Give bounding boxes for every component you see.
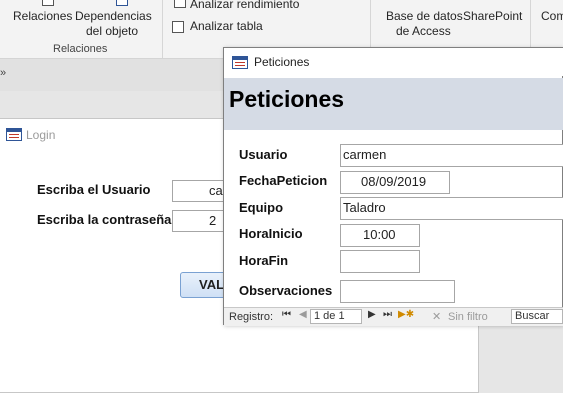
dependencias-button-line1[interactable]: Dependencias [75, 9, 152, 23]
analizar-rendimiento-icon [174, 0, 186, 8]
relaciones-button[interactable]: Relaciones [13, 9, 72, 23]
usuario-label: Usuario [239, 147, 288, 162]
peticiones-window-title: Peticiones [254, 55, 310, 69]
last-record-icon[interactable]: ⏭ [383, 309, 392, 320]
record-navigation-bar: Registro: ⏮ ◀ 1 de 1 ▶ ⏭ ▶✱ ✕ Sin filtro… [224, 307, 563, 326]
new-record-icon[interactable]: ▶✱ [398, 309, 414, 320]
filter-status[interactable]: Sin filtro [448, 311, 488, 323]
peticiones-titlebar: Peticiones [224, 48, 563, 76]
sharepoint-button[interactable]: SharePoint [463, 9, 522, 23]
funnel-icon[interactable]: ✕ [432, 310, 441, 323]
search-input[interactable]: Buscar [511, 309, 563, 324]
analizar-rendimiento-button[interactable]: Analizar rendimiento [190, 0, 299, 11]
ribbon-separator [162, 0, 163, 58]
first-record-icon[interactable]: ⏮ [282, 309, 291, 320]
dependencias-button-line2[interactable]: del objeto [86, 24, 138, 38]
analizar-tabla-icon [172, 21, 184, 33]
horainicio-label: HoraInicio [239, 226, 303, 241]
chevron-double-right-icon[interactable]: » [0, 67, 6, 79]
peticiones-form: Peticiones Peticiones Usuario carmen Fec… [223, 47, 563, 326]
fechapeticion-label: FechaPeticion [239, 173, 328, 188]
com-button[interactable]: Com [541, 9, 563, 23]
fechapeticion-field[interactable]: 08/09/2019 [340, 171, 450, 194]
ribbon-group-relaciones: Relaciones [53, 43, 108, 55]
login-title: Login [26, 128, 56, 142]
registro-label: Registro: [229, 311, 274, 323]
horainicio-field[interactable]: 10:00 [340, 224, 420, 247]
password-label: Escriba la contraseña [37, 212, 172, 227]
previous-record-icon[interactable]: ◀ [299, 309, 307, 320]
usuario-label: Escriba el Usuario [37, 182, 151, 197]
next-record-icon[interactable]: ▶ [368, 309, 376, 320]
form-icon [232, 56, 248, 69]
equipo-label: Equipo [239, 200, 284, 215]
observaciones-label: Observaciones [239, 283, 333, 298]
usuario-field[interactable]: carmen [340, 144, 563, 167]
form-icon [6, 128, 22, 141]
record-position-field[interactable]: 1 de 1 [310, 309, 362, 324]
observaciones-field[interactable] [340, 280, 455, 303]
horafin-label: HoraFin [239, 253, 289, 268]
base-datos-button-line1[interactable]: Base de datos [386, 9, 463, 23]
relaciones-icon [42, 0, 54, 6]
form-header: Peticiones [224, 78, 563, 130]
dependencias-icon [116, 0, 128, 6]
horafin-field[interactable] [340, 250, 420, 273]
base-datos-button-line2[interactable]: de Access [396, 24, 451, 38]
analizar-tabla-button[interactable]: Analizar tabla [190, 19, 263, 33]
equipo-field[interactable]: Taladro [340, 197, 563, 220]
form-heading: Peticiones [229, 86, 345, 112]
